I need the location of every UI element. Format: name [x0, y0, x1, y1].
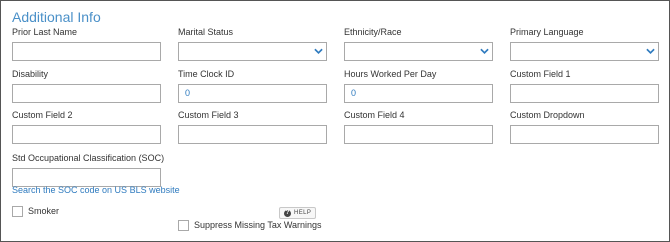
soc-search-link[interactable]: Search the SOC code on US BLS website [12, 185, 180, 196]
ethnicity-race-label: Ethnicity/Race [344, 27, 402, 37]
marital-status-select[interactable] [178, 42, 327, 61]
smoker-option[interactable]: Smoker [12, 206, 59, 217]
primary-language-label: Primary Language [510, 27, 584, 37]
question-circle-icon: ? [284, 209, 291, 217]
custom-field-2-input[interactable] [12, 125, 161, 144]
prior-last-name-input[interactable] [12, 42, 161, 61]
custom-field-2-field: Custom Field 2 [12, 110, 161, 144]
custom-field-1-label: Custom Field 1 [510, 69, 571, 79]
smoker-label: Smoker [28, 206, 60, 216]
custom-field-3-field: Custom Field 3 [178, 110, 327, 144]
chevron-down-icon [314, 48, 323, 54]
custom-field-4-field: Custom Field 4 [344, 110, 493, 144]
marital-status-label: Marital Status [178, 27, 234, 37]
ethnicity-race-select[interactable] [344, 42, 493, 61]
soc-label: Std Occupational Classification (SOC) [12, 153, 165, 163]
custom-field-2-label: Custom Field 2 [12, 110, 73, 120]
prior-last-name-label: Prior Last Name [12, 27, 78, 37]
time-clock-id-input[interactable]: 0 [178, 84, 327, 103]
hours-worked-per-day-input[interactable]: 0 [344, 84, 493, 103]
chevron-down-icon [646, 48, 655, 54]
primary-language-select[interactable] [510, 42, 659, 61]
custom-dropdown-label: Custom Dropdown [510, 110, 585, 120]
custom-field-1-input[interactable] [510, 84, 659, 103]
ethnicity-race-field: Ethnicity/Race [344, 27, 493, 61]
custom-dropdown-field: Custom Dropdown [510, 110, 659, 144]
disability-label: Disability [12, 69, 49, 79]
custom-field-3-label: Custom Field 3 [178, 110, 239, 120]
time-clock-id-field: Time Clock ID 0 [178, 69, 327, 103]
additional-info-panel: Additional Info Prior Last Name Marital … [0, 0, 670, 242]
custom-field-3-input[interactable] [178, 125, 327, 144]
smoker-checkbox[interactable] [12, 206, 23, 217]
prior-last-name-field: Prior Last Name [12, 27, 161, 61]
chevron-down-icon [480, 48, 489, 54]
suppress-tax-warnings-checkbox[interactable] [178, 220, 189, 231]
suppress-tax-warnings-option[interactable]: Suppress Missing Tax Warnings [178, 220, 322, 231]
primary-language-field: Primary Language [510, 27, 659, 61]
help-label: HELP [294, 210, 312, 216]
time-clock-id-label: Time Clock ID [178, 69, 235, 79]
soc-field: Std Occupational Classification (SOC) [12, 153, 212, 187]
custom-field-1-field: Custom Field 1 [510, 69, 659, 103]
hours-worked-per-day-field: Hours Worked Per Day 0 [344, 69, 493, 103]
suppress-tax-warnings-label: Suppress Missing Tax Warnings [194, 220, 322, 230]
custom-field-4-label: Custom Field 4 [344, 110, 405, 120]
help-button[interactable]: ? HELP [279, 207, 317, 219]
custom-field-4-input[interactable] [344, 125, 493, 144]
disability-input[interactable] [12, 84, 161, 103]
hours-worked-per-day-label: Hours Worked Per Day [344, 69, 437, 79]
section-title: Additional Info [12, 9, 101, 25]
marital-status-field: Marital Status [178, 27, 327, 61]
custom-dropdown-input[interactable] [510, 125, 659, 144]
disability-field: Disability [12, 69, 161, 103]
